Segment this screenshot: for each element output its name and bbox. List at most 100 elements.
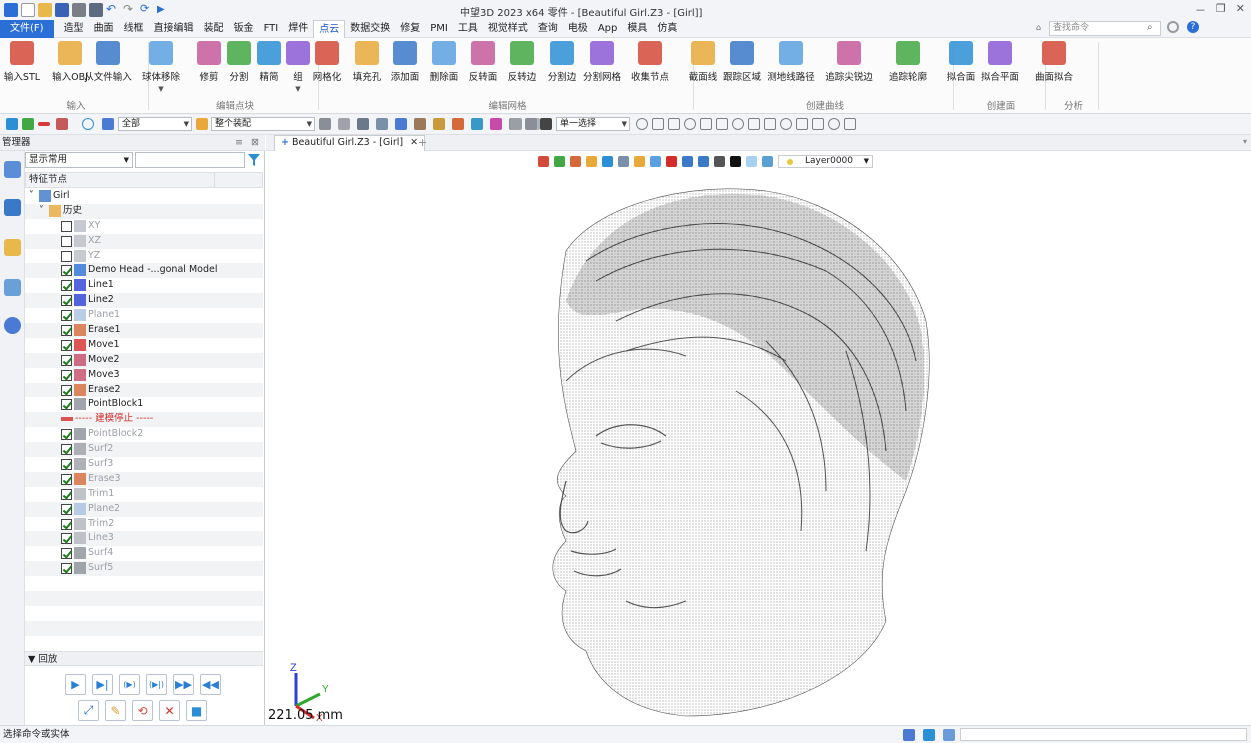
box-select-icon[interactable]: [56, 118, 68, 130]
menu-tab-8[interactable]: 点云: [313, 19, 346, 38]
tree-node[interactable]: Line2: [25, 293, 263, 309]
menu-tab-1[interactable]: 曲面: [89, 20, 119, 38]
filter-combo[interactable]: 全部 ▼: [118, 117, 192, 131]
visibility-checkbox[interactable]: [61, 220, 72, 232]
assembly-manager-icon[interactable]: [4, 199, 21, 216]
visibility-checkbox[interactable]: [61, 235, 72, 247]
print-preview-icon[interactable]: [89, 3, 103, 17]
visibility-checkbox[interactable]: [61, 265, 72, 277]
ribbon-button-2-7[interactable]: 分割网格: [580, 41, 624, 83]
ribbon-button-1-0[interactable]: 球体移除 ▼: [139, 41, 183, 93]
app-logo-icon[interactable]: [4, 3, 18, 17]
tree-node[interactable]: ˅ 历史: [25, 203, 263, 219]
ribbon-button-3-3[interactable]: 追踪尖锐边: [825, 41, 873, 83]
rebuild-icon[interactable]: ⟲: [132, 700, 153, 721]
point-cloud-head-model[interactable]: [266, 151, 1251, 725]
visibility-checkbox[interactable]: [61, 399, 72, 411]
ribbon-button-4-1[interactable]: 拟合平面: [978, 41, 1022, 83]
expand-toggle-icon[interactable]: ˅: [29, 189, 34, 204]
sketch-tool-icon[interactable]: [796, 118, 808, 130]
ribbon-button-2-8[interactable]: 收集节点: [628, 41, 672, 83]
tree-node[interactable]: Plane2: [25, 501, 263, 517]
menu-tab-9[interactable]: 数据交换: [345, 20, 395, 38]
playback-header[interactable]: ▼ 回放: [25, 651, 263, 666]
toolbar-tool-icon[interactable]: [376, 118, 388, 130]
tree-node[interactable]: Move1: [25, 338, 263, 353]
filter-shape-icon[interactable]: [82, 118, 94, 130]
display-filter-combo[interactable]: 显示常用 ▼: [25, 152, 133, 168]
tree-node[interactable]: Demo Head -...gonal Model: [25, 263, 263, 279]
visibility-checkbox[interactable]: [61, 339, 72, 351]
close-button[interactable]: ✕: [1236, 2, 1245, 18]
menu-tab-18[interactable]: 仿真: [652, 20, 682, 38]
tree-node[interactable]: Surf5: [25, 561, 263, 577]
tree-node[interactable]: Surf3: [25, 457, 263, 472]
ribbon-button-5-0[interactable]: 曲面拟合: [1032, 41, 1076, 83]
tree-node[interactable]: Erase2: [25, 382, 263, 398]
step-to-end-icon[interactable]: ▶|: [92, 674, 113, 695]
toolbar-tool-icon[interactable]: [319, 118, 331, 130]
toolbar-tool-icon[interactable]: [471, 118, 483, 130]
document-tab[interactable]: + Beautiful Girl.Z3 - [Girl] ✕: [274, 135, 426, 151]
tree-node[interactable]: XY: [25, 219, 263, 234]
user-manager-icon[interactable]: [4, 317, 21, 334]
tree-node[interactable]: Line1: [25, 278, 263, 293]
ribbon-collapse-icon[interactable]: ⌂: [1036, 23, 1041, 32]
visibility-checkbox[interactable]: [61, 325, 72, 337]
tree-search-input[interactable]: [135, 152, 245, 168]
menu-tab-16[interactable]: App: [593, 20, 623, 38]
file-menu[interactable]: 文件(F): [0, 19, 54, 38]
sketch-tool-icon[interactable]: [780, 118, 792, 130]
panel-icon[interactable]: ■: [186, 700, 207, 721]
monitor-icon[interactable]: [923, 729, 935, 741]
search-command-input[interactable]: 查找命令: [1049, 21, 1161, 36]
sketch-tool-icon[interactable]: [764, 118, 776, 130]
visibility-checkbox[interactable]: [61, 488, 72, 500]
tree-node[interactable]: PointBlock1: [25, 397, 263, 412]
ribbon-button-2-0[interactable]: 网格化: [305, 41, 349, 83]
3d-viewport[interactable]: Layer0000 ▼ Z Y X 221.05 mm: [266, 151, 1251, 725]
new-file-icon[interactable]: [21, 3, 35, 17]
sketch-tool-icon[interactable]: [844, 118, 856, 130]
print-icon[interactable]: [72, 3, 86, 17]
refresh-icon[interactable]: ⟳: [140, 3, 154, 17]
tree-node[interactable]: Move3: [25, 368, 263, 383]
visibility-checkbox[interactable]: [61, 310, 72, 322]
ribbon-button-2-6[interactable]: 分割边: [540, 41, 584, 83]
visibility-checkbox[interactable]: [61, 563, 72, 575]
visibility-checkbox[interactable]: [61, 473, 72, 485]
tree-node[interactable]: Erase3: [25, 471, 263, 487]
toolbar-tool-icon[interactable]: [338, 118, 350, 130]
remove-selection-icon[interactable]: [38, 122, 50, 126]
tab-close-icon[interactable]: ✕: [410, 137, 418, 148]
selection-mode-combo[interactable]: 单一选择 ▼: [556, 117, 630, 131]
tree-node[interactable]: XZ: [25, 233, 263, 249]
step-back-icon[interactable]: (▶|): [146, 674, 167, 695]
ribbon-button-0-0[interactable]: 输入STL: [0, 41, 44, 83]
history-manager-icon[interactable]: [4, 161, 21, 178]
selection-filter-icon[interactable]: [102, 118, 114, 130]
toolbar-tool-icon[interactable]: [357, 118, 369, 130]
toolbar-tool-icon[interactable]: [525, 118, 537, 130]
menu-tab-12[interactable]: 工具: [453, 20, 483, 38]
toolbar-tool-icon[interactable]: [433, 118, 445, 130]
menu-tab-4[interactable]: 装配: [199, 20, 229, 38]
menu-tab-2[interactable]: 线框: [119, 20, 149, 38]
ribbon-button-2-5[interactable]: 反转边: [500, 41, 544, 83]
toolbar-tool-icon[interactable]: [540, 118, 552, 130]
tree-node[interactable]: Plane1: [25, 308, 263, 323]
sketch-tool-icon[interactable]: [812, 118, 824, 130]
tree-node[interactable]: Move2: [25, 352, 263, 368]
run-icon[interactable]: ▶: [157, 3, 171, 17]
ribbon-button-2-2[interactable]: 添加面: [383, 41, 427, 83]
sketch-tool-icon[interactable]: [652, 118, 664, 130]
sketch-tool-icon[interactable]: [700, 118, 712, 130]
fast-forward-icon[interactable]: ▶▶: [173, 674, 194, 695]
visibility-checkbox[interactable]: [61, 295, 72, 307]
play-icon[interactable]: ▶: [65, 674, 86, 695]
tree-node[interactable]: YZ: [25, 249, 263, 264]
tree-node[interactable]: ----- 建模停止 -----: [25, 412, 263, 428]
menu-tab-17[interactable]: 模具: [622, 20, 652, 38]
ribbon-button-3-2[interactable]: 测地线路径: [767, 41, 815, 83]
menu-tab-3[interactable]: 直接编辑: [149, 20, 199, 38]
